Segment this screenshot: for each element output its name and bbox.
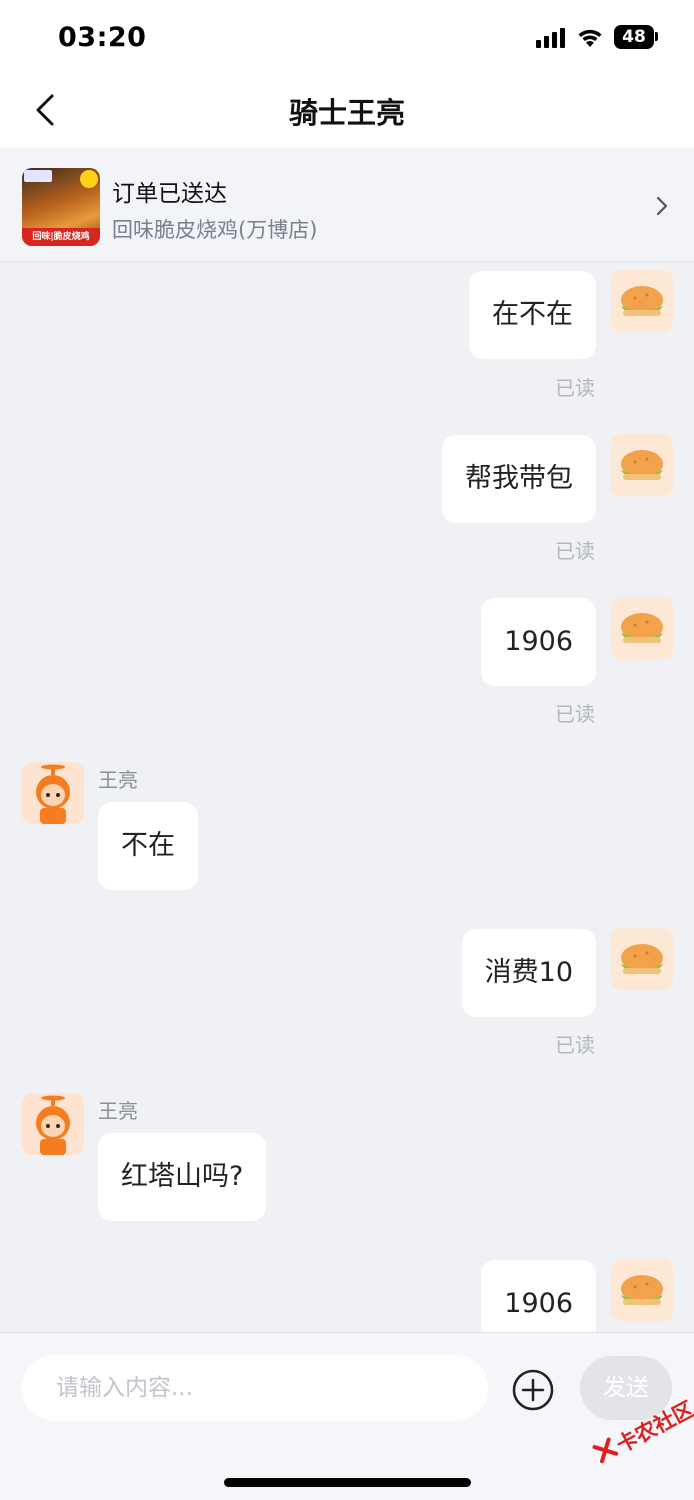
thumb-badge [80,170,98,188]
battery-indicator: 48 [614,25,654,49]
burger-avatar-icon[interactable] [611,928,673,990]
order-thumbnail: 回味|脆皮烧鸡 [22,168,100,246]
message-bubble-sent[interactable]: 1906 [481,1260,596,1332]
message-bubble-sent[interactable]: 在不在 [469,271,596,359]
read-status: 已读 [555,539,595,563]
order-status: 订单已送达 [112,181,227,207]
message-input[interactable] [22,1355,488,1421]
wifi-icon [578,29,602,47]
status-time: 03:20 [58,22,147,53]
chat-area[interactable]: 在不在 已读 帮我带包 已读 1906 已读 王亮 不在 消费10 已读 王亮 … [0,262,694,1332]
chevron-right-icon[interactable] [654,194,670,218]
home-indicator [224,1478,471,1487]
rider-avatar-icon[interactable] [22,1093,84,1155]
sender-name: 王亮 [98,1099,138,1123]
message-bubble-sent[interactable]: 1906 [481,598,596,686]
read-status: 已读 [555,376,595,400]
signal-icon [536,28,565,48]
message-bubble-sent[interactable]: 消费10 [461,929,596,1017]
burger-avatar-icon[interactable] [611,1259,673,1321]
battery-tip [655,32,658,41]
order-card[interactable]: 回味|脆皮烧鸡 订单已送达 回味脆皮烧鸡(万博店) [0,148,694,262]
sender-name: 王亮 [98,768,138,792]
message-bubble-received[interactable]: 不在 [98,802,198,890]
burger-avatar-icon[interactable] [611,597,673,659]
nav-bar: 骑士王亮 [0,72,694,148]
input-bar: 发送 [0,1332,694,1500]
read-status: 已读 [555,1033,595,1057]
burger-avatar-icon[interactable] [611,270,673,332]
rider-avatar-icon[interactable] [22,762,84,824]
message-bubble-sent[interactable]: 帮我带包 [442,435,596,523]
burger-avatar-icon[interactable] [611,434,673,496]
plus-circle-icon[interactable] [512,1369,554,1411]
thumb-tag [24,170,52,182]
status-bar: 03:20 48 [0,0,694,72]
message-bubble-received[interactable]: 红塔山吗? [98,1133,267,1221]
page-title: 骑士王亮 [288,96,405,130]
order-store: 回味脆皮烧鸡(万博店) [112,218,318,242]
thumb-banner: 回味|脆皮烧鸡 [22,228,100,246]
read-status: 已读 [555,702,595,726]
